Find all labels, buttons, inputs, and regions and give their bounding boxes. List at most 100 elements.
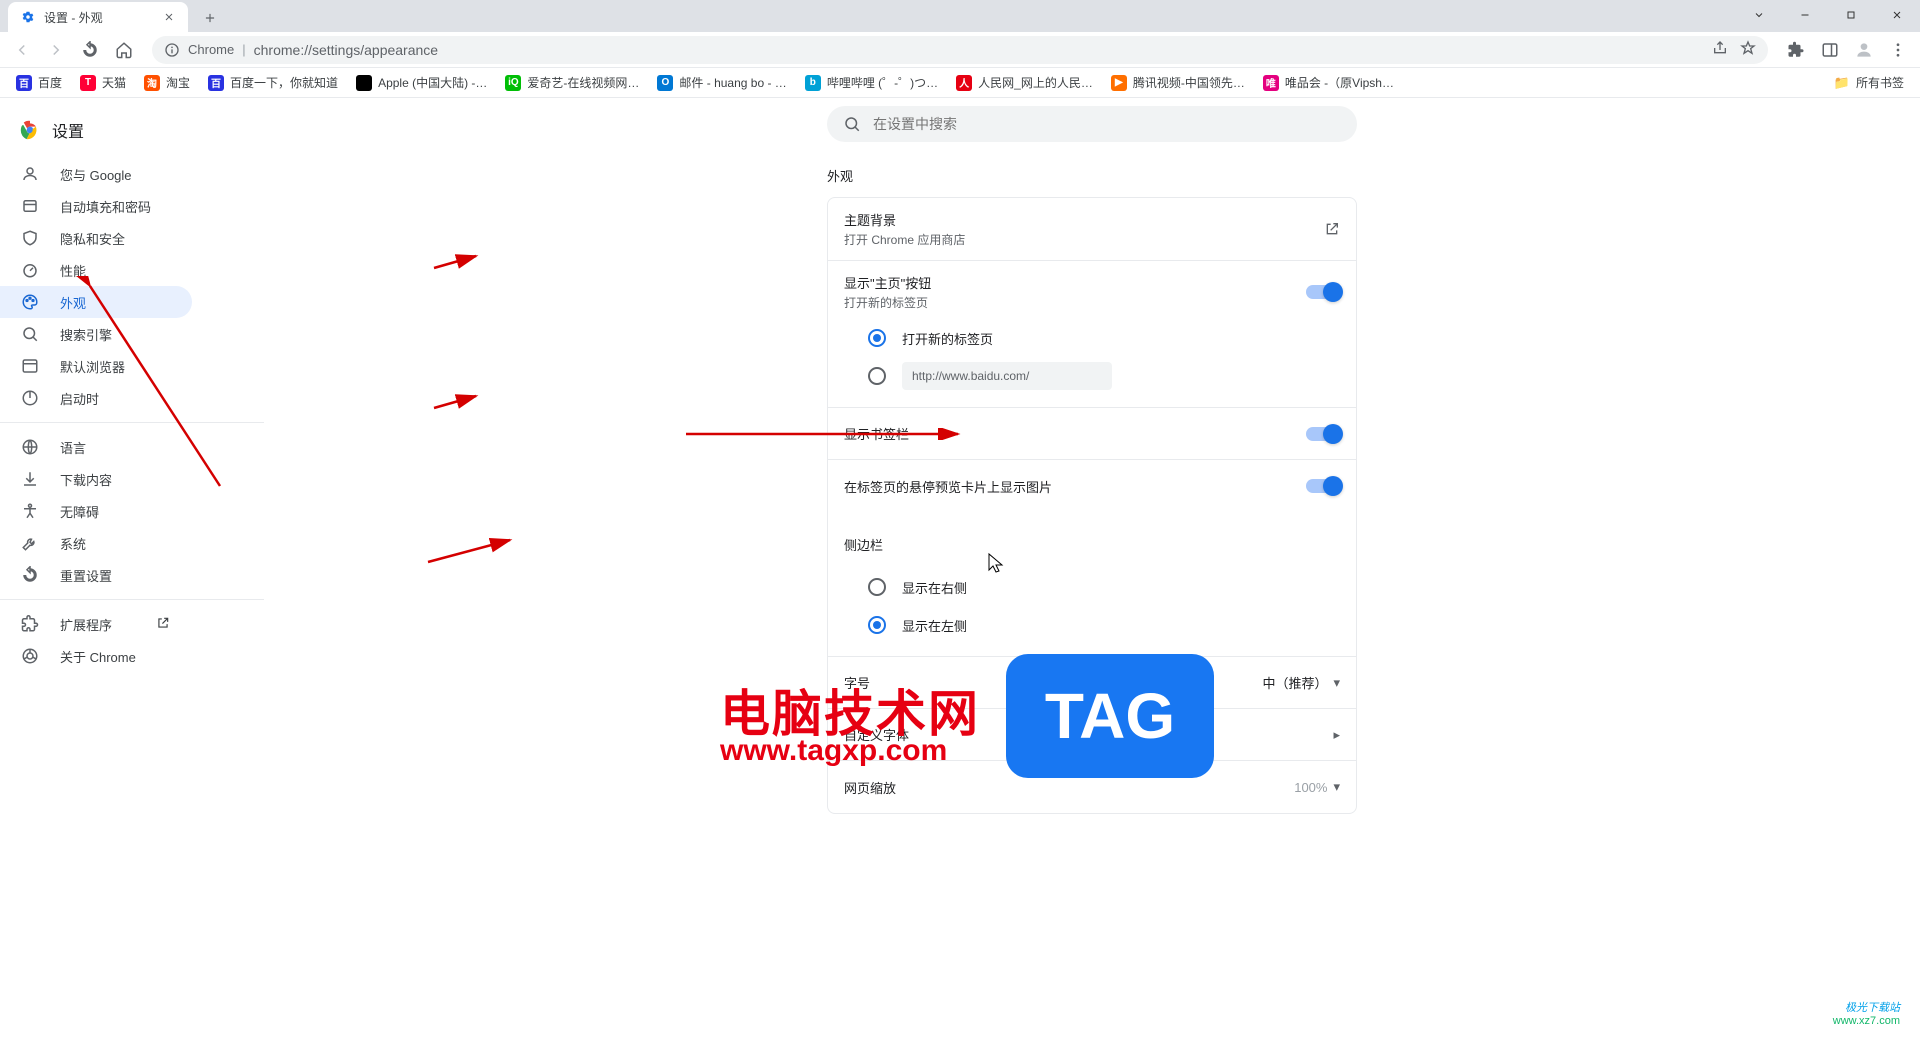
bookmark-item[interactable]: Apple (中国大陆) -…	[348, 70, 495, 96]
nav-item-browser[interactable]: 默认浏览器	[0, 350, 192, 382]
bookmark-item[interactable]: 人人民网_网上的人民…	[948, 70, 1101, 96]
bookmark-label: 淘宝	[166, 74, 190, 91]
chevron-right-icon: ▸	[1333, 727, 1340, 743]
home-button[interactable]	[110, 36, 138, 64]
app-title: 设置	[52, 118, 84, 142]
nav-item-download[interactable]: 下载内容	[0, 463, 192, 495]
theme-sub: 打开 Chrome 应用商店	[844, 231, 965, 248]
home-radio-newtab[interactable]	[868, 329, 886, 347]
nav-item-globe[interactable]: 语言	[0, 431, 192, 463]
globe-icon	[20, 437, 40, 457]
sidepanel-icon[interactable]	[1816, 36, 1844, 64]
launch-icon	[156, 616, 172, 632]
all-bookmarks-button[interactable]: 📁 所有书签	[1826, 70, 1912, 96]
hover-card-toggle[interactable]	[1306, 479, 1340, 493]
side-panel-label: 侧边栏	[844, 535, 883, 554]
favicon-icon: O	[657, 75, 673, 91]
hover-card-label: 在标签页的悬停预览卡片上显示图片	[844, 477, 1052, 496]
nav-item-power[interactable]: 启动时	[0, 382, 192, 414]
bookmark-item[interactable]: 百百度	[8, 70, 70, 96]
omnibox[interactable]: Chrome | chrome://settings/appearance	[152, 36, 1768, 64]
nav-item-search[interactable]: 搜索引擎	[0, 318, 192, 350]
bookmarks-bar-toggle[interactable]	[1306, 427, 1340, 441]
nav-item-wrench[interactable]: 系统	[0, 527, 192, 559]
nav-label: 性能	[60, 261, 86, 280]
tag-text: TAG	[1045, 679, 1175, 753]
favicon-icon: b	[805, 75, 821, 91]
bookmark-item[interactable]: 百百度一下，你就知道	[200, 70, 346, 96]
bookmark-item[interactable]: 淘淘宝	[136, 70, 198, 96]
settings-search[interactable]	[827, 106, 1357, 142]
nav-item-speed[interactable]: 性能	[0, 254, 192, 286]
menu-icon[interactable]	[1884, 36, 1912, 64]
home-button-toggle[interactable]	[1306, 285, 1340, 299]
site-info[interactable]: Chrome |	[164, 42, 246, 58]
theme-row[interactable]: 主题背景 打开 Chrome 应用商店	[828, 198, 1356, 261]
nav-label: 系统	[60, 534, 86, 553]
palette-icon	[20, 292, 40, 312]
profile-icon[interactable]	[1850, 36, 1878, 64]
back-button[interactable]	[8, 36, 36, 64]
new-tab-button[interactable]	[196, 4, 224, 32]
launch-icon[interactable]	[1324, 221, 1340, 237]
chrome-icon	[20, 646, 40, 666]
chevron-down-icon[interactable]	[1736, 0, 1782, 30]
share-icon[interactable]	[1712, 40, 1728, 59]
page-zoom-label: 网页缩放	[844, 778, 896, 797]
nav-label: 默认浏览器	[60, 357, 125, 376]
nav-item-person[interactable]: 您与 Google	[0, 158, 192, 190]
bookmark-label: 百度	[38, 74, 62, 91]
nav-item-autofill[interactable]: 自动填充和密码	[0, 190, 192, 222]
bookmark-label: 爱奇艺-在线视频网…	[527, 74, 639, 91]
search-input[interactable]	[873, 116, 1341, 132]
overlay-big-url: www.tagxp.com	[720, 734, 947, 768]
home-radio-url[interactable]	[868, 367, 886, 385]
omnibox-url: chrome://settings/appearance	[254, 42, 438, 58]
bookmark-item[interactable]: b哔哩哔哩 (゜-゜)つ…	[797, 70, 946, 96]
browser-icon	[20, 356, 40, 376]
bookmark-item[interactable]: 唯唯品会 -（原Vipsh…	[1255, 70, 1402, 96]
nav-item-chrome[interactable]: 关于 Chrome	[0, 640, 192, 672]
side-panel-radio-group: 显示在右侧 显示在左侧	[828, 564, 1356, 657]
close-button[interactable]	[1874, 0, 1920, 30]
speed-icon	[20, 260, 40, 280]
bookmark-item[interactable]: iQ 爱奇艺-在线视频网…	[497, 70, 647, 96]
minimize-button[interactable]	[1782, 0, 1828, 30]
close-tab-icon[interactable]	[162, 10, 176, 24]
tab-title: 设置 - 外观	[44, 9, 154, 26]
bookmark-label: Apple (中国大陆) -…	[378, 74, 487, 91]
home-button-title: 显示"主页"按钮	[844, 273, 931, 292]
bookmark-label: 百度一下，你就知道	[230, 74, 338, 91]
reload-button[interactable]	[76, 36, 104, 64]
person-icon	[20, 164, 40, 184]
side-right-radio[interactable]	[868, 578, 886, 596]
browser-tab[interactable]: 设置 - 外观	[8, 2, 188, 32]
tag-badge: TAG	[1006, 654, 1214, 778]
nav-label: 语言	[60, 438, 86, 457]
side-left-radio[interactable]	[868, 616, 886, 634]
bookmark-item[interactable]: O邮件 - huang bo - …	[649, 70, 794, 96]
extensions-icon[interactable]	[1782, 36, 1810, 64]
bookmark-item[interactable]: ▶腾讯视频-中国领先…	[1103, 70, 1253, 96]
bookmarks-bar-label: 显示书签栏	[844, 424, 909, 443]
nav-item-a11y[interactable]: 无障碍	[0, 495, 192, 527]
nav-label: 自动填充和密码	[60, 197, 151, 216]
settings-sidebar: 设置 您与 Google 自动填充和密码隐私和安全性能外观搜索引擎默认浏览器启动时…	[0, 98, 264, 1039]
side-right-label: 显示在右侧	[902, 578, 967, 597]
nav-item-reset[interactable]: 重置设置	[0, 559, 192, 591]
home-url-input[interactable]	[902, 362, 1112, 390]
forward-button[interactable]	[42, 36, 70, 64]
nav-item-ext[interactable]: 扩展程序	[0, 608, 192, 640]
bookmark-label: 人民网_网上的人民…	[978, 74, 1093, 91]
omnibox-origin: Chrome	[188, 42, 234, 57]
ext-icon	[20, 614, 40, 634]
star-icon[interactable]	[1740, 40, 1756, 59]
nav-item-palette[interactable]: 外观	[0, 286, 192, 318]
nav-label: 启动时	[60, 389, 99, 408]
favicon-icon: iQ	[505, 75, 521, 91]
nav-item-shield[interactable]: 隐私和安全	[0, 222, 192, 254]
bookmark-label: 天猫	[102, 74, 126, 91]
maximize-button[interactable]	[1828, 0, 1874, 30]
bookmark-item[interactable]: T天猫	[72, 70, 134, 96]
nav-label: 搜索引擎	[60, 325, 112, 344]
